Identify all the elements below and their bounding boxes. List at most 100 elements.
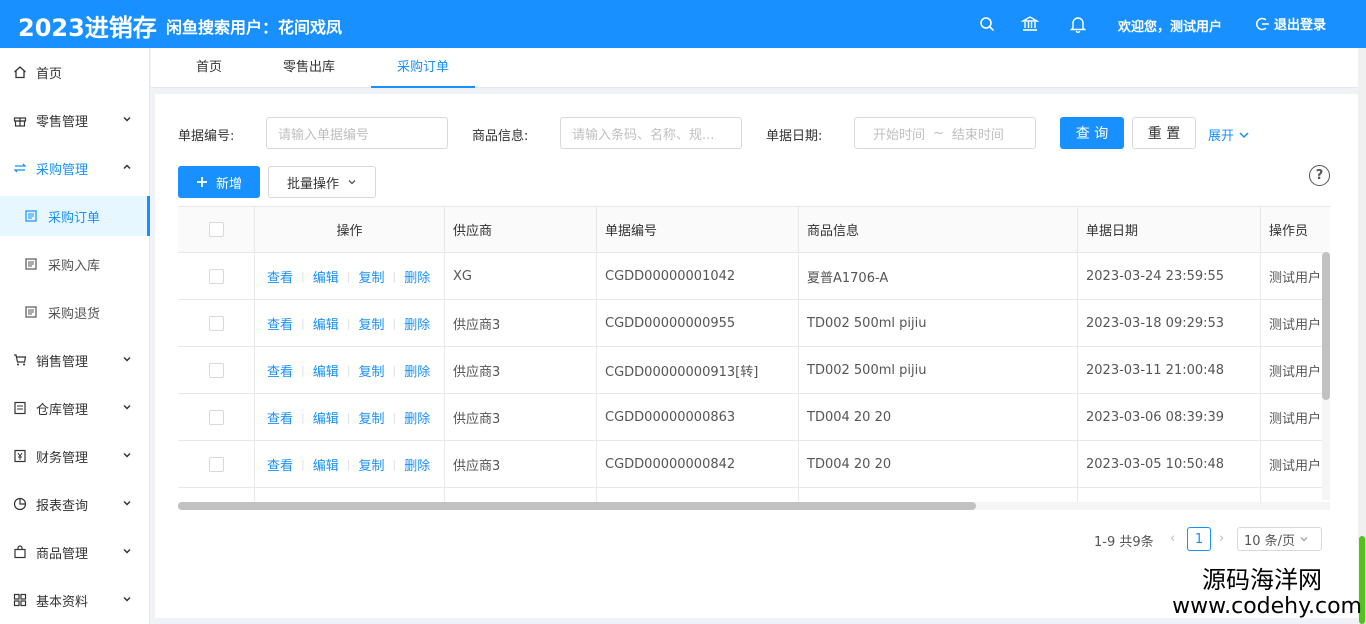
- action-separator: |: [392, 410, 397, 424]
- reset-button[interactable]: 重 置: [1132, 117, 1196, 149]
- page-vertical-scrollbar[interactable]: [1358, 48, 1366, 624]
- copy-button[interactable]: 复制: [358, 455, 384, 474]
- operator-cell: 测试用户: [1261, 253, 1330, 299]
- sidebar-subitem-purchase-order[interactable]: 采购订单: [0, 196, 150, 236]
- copy-button[interactable]: 复制: [358, 267, 384, 286]
- search-icon[interactable]: [976, 13, 998, 35]
- delete-button[interactable]: 删除: [404, 267, 430, 286]
- action-separator: |: [346, 410, 351, 424]
- expand-toggle[interactable]: 展开: [1208, 125, 1250, 144]
- row-checkbox[interactable]: [208, 409, 224, 425]
- table-row: 查看 | 编辑 | 复制 | 删除 供应商3 CGDD00000000863 TD004 20 2…: [178, 394, 1330, 441]
- bag-icon: [12, 544, 28, 560]
- sidebar-item-basic-data[interactable]: 基本资料: [0, 576, 150, 624]
- page-number-current[interactable]: 1: [1187, 527, 1211, 551]
- delete-button[interactable]: 删除: [404, 455, 430, 474]
- date-end: 结束时间: [951, 127, 1004, 143]
- warehouse-icon: [12, 400, 28, 416]
- sidebar-item-label: 报表查询: [36, 498, 89, 514]
- scroll-thumb[interactable]: [1322, 252, 1330, 400]
- action-separator: |: [301, 316, 305, 330]
- table-vertical-scrollbar[interactable]: [1322, 252, 1330, 500]
- sidebar-subitem-purchase-return[interactable]: 采购退货: [0, 292, 150, 332]
- next-page-icon[interactable]: ›: [1219, 531, 1224, 546]
- page-size-select[interactable]: 10 条/页: [1237, 527, 1322, 551]
- bill-no-input[interactable]: 请输入单据编号: [266, 117, 448, 149]
- date-start: 开始时间: [873, 127, 926, 143]
- batch-label: 批量操作: [286, 176, 339, 192]
- sidebar-item-warehouse[interactable]: 仓库管理: [0, 384, 150, 432]
- copy-button[interactable]: 复制: [358, 408, 384, 427]
- edit-button[interactable]: 编辑: [313, 314, 339, 333]
- table-horizontal-scrollbar[interactable]: [178, 502, 1330, 510]
- row-select-cell: [178, 394, 255, 440]
- operator-cell: 测试用户: [1261, 347, 1330, 393]
- sidebar-item-finance[interactable]: 财务管理: [0, 432, 150, 480]
- add-button[interactable]: 新增: [178, 166, 260, 198]
- tab-retail-out[interactable]: 零售出库: [269, 48, 349, 88]
- column-header-goods[interactable]: 商品信息: [799, 207, 1078, 252]
- chevron-down-icon: [348, 180, 356, 185]
- delete-button[interactable]: 删除: [404, 361, 430, 380]
- sidebar-item-retail[interactable]: 零售管理: [0, 96, 150, 144]
- edit-button[interactable]: 编辑: [313, 408, 339, 427]
- supplier-cell: 供应商3: [445, 394, 597, 440]
- sidebar-item-purchase[interactable]: 采购管理: [0, 144, 150, 192]
- row-checkbox[interactable]: [208, 456, 224, 472]
- table-row: 查看 | 编辑 | 复制 | 删除 供应商3 CGDD00000000955 TD002 500m…: [178, 300, 1330, 347]
- delete-button[interactable]: 删除: [404, 314, 430, 333]
- copy-button[interactable]: 复制: [358, 314, 384, 333]
- column-header-bill-no[interactable]: 单据编号: [597, 207, 799, 252]
- edit-button[interactable]: 编辑: [313, 267, 339, 286]
- select-all-checkbox[interactable]: [208, 222, 224, 237]
- column-header-operator[interactable]: 操作员: [1261, 207, 1330, 252]
- view-button[interactable]: 查看: [267, 455, 293, 474]
- goods-input[interactable]: 请输入条码、名称、规...: [560, 117, 742, 149]
- edit-button[interactable]: 编辑: [313, 455, 339, 474]
- bank-icon[interactable]: [1019, 13, 1041, 35]
- row-select-cell: [178, 300, 255, 346]
- sidebar-item-reports[interactable]: 报表查询: [0, 480, 150, 528]
- date-cell: 2023-03-18 09:29:53: [1078, 300, 1261, 346]
- row-checkbox[interactable]: [208, 268, 224, 284]
- query-button[interactable]: 查 询: [1060, 117, 1124, 149]
- grid-icon: [12, 592, 28, 608]
- copy-button[interactable]: 复制: [358, 361, 384, 380]
- chevron-down-icon: [122, 449, 132, 464]
- view-button[interactable]: 查看: [267, 314, 293, 333]
- row-checkbox[interactable]: [208, 362, 224, 378]
- sidebar-subitem-purchase-in[interactable]: 采购入库: [0, 244, 150, 284]
- column-header-date[interactable]: 单据日期: [1078, 207, 1261, 252]
- goods-cell: TD004 20 20: [799, 441, 1078, 487]
- bill-no-cell: CGDD00000001042: [597, 253, 799, 299]
- sidebar-item-home[interactable]: 首页: [0, 48, 150, 96]
- view-button[interactable]: 查看: [267, 361, 293, 380]
- row-actions-cell: 查看 | 编辑 | 复制 | 删除: [255, 441, 445, 487]
- bell-icon[interactable]: [1067, 13, 1089, 35]
- column-header-supplier[interactable]: 供应商: [445, 207, 597, 252]
- view-button[interactable]: 查看: [267, 267, 293, 286]
- batch-operation-dropdown[interactable]: 批量操作: [268, 166, 376, 198]
- sidebar-subitem-label: 采购退货: [48, 306, 101, 322]
- sidebar-item-goods[interactable]: 商品管理: [0, 528, 150, 576]
- tab-purchase-order[interactable]: 采购订单: [371, 48, 475, 88]
- help-icon[interactable]: ?: [1309, 165, 1330, 186]
- delete-button[interactable]: 删除: [404, 408, 430, 427]
- sidebar-item-label: 基本资料: [36, 594, 89, 610]
- row-checkbox[interactable]: [208, 315, 224, 331]
- operator-cell: 测试用户: [1261, 441, 1330, 487]
- page-size-value: 10 条/页: [1244, 533, 1296, 549]
- bill-no-cell: CGDD00000000913[转]: [597, 347, 799, 393]
- edit-button[interactable]: 编辑: [313, 361, 339, 380]
- app-logo: 2023进销存: [18, 14, 157, 42]
- action-separator: |: [301, 363, 305, 377]
- tab-home[interactable]: 首页: [179, 48, 239, 88]
- watermark-line2: www.codehy.com: [1172, 594, 1362, 619]
- logout-button[interactable]: 退出登录: [1256, 14, 1326, 33]
- sidebar-item-sales[interactable]: 销售管理: [0, 336, 150, 384]
- scroll-thumb[interactable]: [178, 502, 976, 510]
- prev-page-icon[interactable]: ‹: [1170, 531, 1175, 546]
- date-range-picker[interactable]: 开始时间 ~ 结束时间: [854, 117, 1036, 149]
- chevron-down-icon: [122, 545, 132, 560]
- view-button[interactable]: 查看: [267, 408, 293, 427]
